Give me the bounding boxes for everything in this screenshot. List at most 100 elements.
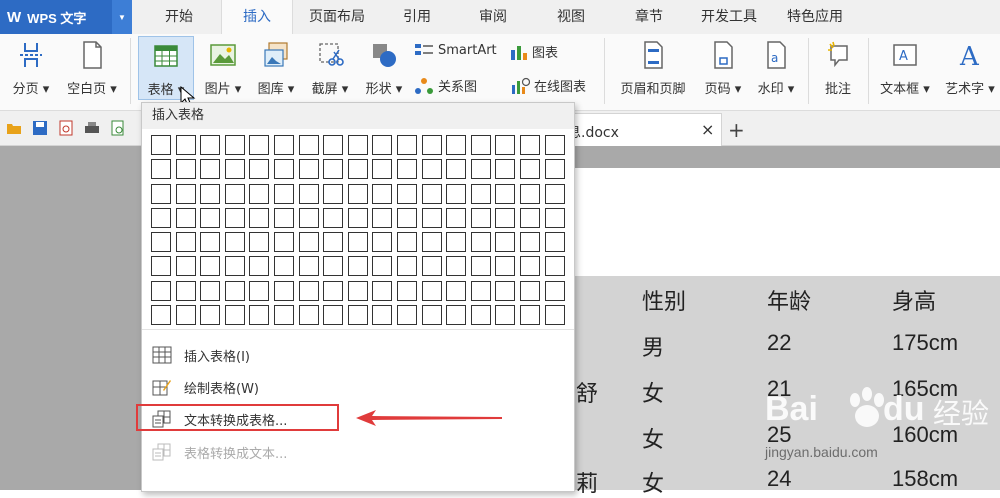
table-grid-cell[interactable] (396, 183, 417, 204)
tab-insert[interactable]: 插入 (221, 0, 293, 34)
table-grid-cell[interactable] (323, 159, 344, 180)
table-grid-cell[interactable] (544, 135, 565, 155)
tab-home[interactable]: 开始 (148, 0, 210, 34)
table-grid-cell[interactable] (519, 135, 540, 155)
table-grid-cell[interactable] (519, 232, 540, 253)
table-grid-cell[interactable] (175, 256, 196, 277)
table-grid-cell[interactable] (151, 280, 171, 301)
table-grid-cell[interactable] (249, 183, 270, 204)
table-grid-cell[interactable] (470, 183, 491, 204)
picture-button[interactable]: 图片 ▾ (200, 40, 246, 97)
table-grid-cell[interactable] (347, 135, 368, 155)
table-to-text-menu-item[interactable]: 表格转换成文本... (142, 437, 574, 467)
tab-chapter[interactable]: 章节 (618, 0, 680, 34)
gallery-button[interactable]: 图库 ▾ (252, 40, 300, 97)
table-grid-cell[interactable] (273, 135, 294, 155)
table-grid-cell[interactable] (249, 256, 270, 277)
table-grid-cell[interactable] (396, 280, 417, 301)
app-menu-arrow-icon[interactable]: ▼ (112, 0, 132, 34)
save-icon[interactable] (32, 120, 48, 136)
table-grid-cell[interactable] (175, 135, 196, 155)
table-grid-cell[interactable] (347, 280, 368, 301)
table-grid-cell[interactable] (273, 183, 294, 204)
table-grid-cell[interactable] (347, 159, 368, 180)
wordart-button[interactable]: A 艺术字 ▾ (942, 40, 998, 97)
table-grid-cell[interactable] (323, 256, 344, 277)
table-size-grid[interactable] (151, 135, 565, 326)
table-grid-cell[interactable] (323, 183, 344, 204)
table-grid-cell[interactable] (200, 159, 221, 180)
smartart-button[interactable]: SmartArt (414, 42, 497, 58)
table-grid-cell[interactable] (421, 232, 442, 253)
table-grid-cell[interactable] (372, 232, 393, 253)
table-grid-cell[interactable] (446, 280, 467, 301)
tab-references[interactable]: 引用 (388, 0, 446, 34)
table-grid-cell[interactable] (175, 159, 196, 180)
tab-developer[interactable]: 开发工具 (692, 0, 766, 34)
table-grid-cell[interactable] (544, 207, 565, 228)
table-grid-cell[interactable] (470, 135, 491, 155)
tab-special[interactable]: 特色应用 (778, 0, 852, 34)
document-tab[interactable]: 息.docx × (560, 113, 722, 146)
table-grid-cell[interactable] (372, 135, 393, 155)
table-grid-cell[interactable] (446, 232, 467, 253)
table-grid-cell[interactable] (470, 256, 491, 277)
table-grid-cell[interactable] (273, 256, 294, 277)
table-grid-cell[interactable] (470, 159, 491, 180)
table-grid-cell[interactable] (446, 183, 467, 204)
table-grid-cell[interactable] (470, 207, 491, 228)
table-grid-cell[interactable] (151, 135, 171, 155)
table-grid-cell[interactable] (323, 305, 344, 326)
table-grid-cell[interactable] (273, 305, 294, 326)
table-grid-cell[interactable] (298, 135, 319, 155)
draw-table-menu-item[interactable]: 绘制表格(W) (142, 372, 574, 402)
table-grid-cell[interactable] (224, 207, 245, 228)
table-grid-cell[interactable] (495, 135, 516, 155)
table-grid-cell[interactable] (323, 232, 344, 253)
relation-chart-button[interactable]: 关系图 (414, 76, 477, 95)
table-grid-cell[interactable] (372, 256, 393, 277)
table-grid-cell[interactable] (151, 232, 171, 253)
table-grid-cell[interactable] (396, 207, 417, 228)
table-grid-cell[interactable] (470, 232, 491, 253)
table-grid-cell[interactable] (372, 207, 393, 228)
table-grid-cell[interactable] (495, 305, 516, 326)
table-grid-cell[interactable] (175, 305, 196, 326)
table-grid-cell[interactable] (544, 232, 565, 253)
table-grid-cell[interactable] (446, 305, 467, 326)
table-grid-cell[interactable] (495, 280, 516, 301)
table-grid-cell[interactable] (298, 207, 319, 228)
table-grid-cell[interactable] (249, 305, 270, 326)
table-grid-cell[interactable] (396, 305, 417, 326)
table-grid-cell[interactable] (323, 135, 344, 155)
table-grid-cell[interactable] (249, 135, 270, 155)
table-grid-cell[interactable] (396, 135, 417, 155)
watermark-button[interactable]: a 水印 ▾ (752, 40, 800, 97)
table-grid-cell[interactable] (495, 159, 516, 180)
table-grid-cell[interactable] (175, 207, 196, 228)
tab-page-layout[interactable]: 页面布局 (300, 0, 374, 34)
table-grid-cell[interactable] (470, 305, 491, 326)
table-grid-cell[interactable] (347, 207, 368, 228)
table-grid-cell[interactable] (446, 159, 467, 180)
table-grid-cell[interactable] (544, 256, 565, 277)
table-grid-cell[interactable] (224, 232, 245, 253)
table-grid-cell[interactable] (544, 305, 565, 326)
table-grid-cell[interactable] (495, 232, 516, 253)
table-grid-cell[interactable] (519, 183, 540, 204)
table-grid-cell[interactable] (372, 305, 393, 326)
page-break-button[interactable]: 分页 ▾ (8, 40, 54, 97)
table-grid-cell[interactable] (544, 159, 565, 180)
table-grid-cell[interactable] (421, 256, 442, 277)
table-grid-cell[interactable] (200, 183, 221, 204)
table-grid-cell[interactable] (495, 183, 516, 204)
table-grid-cell[interactable] (544, 280, 565, 301)
table-grid-cell[interactable] (175, 183, 196, 204)
table-grid-cell[interactable] (273, 280, 294, 301)
table-grid-cell[interactable] (519, 305, 540, 326)
new-tab-icon[interactable]: + (728, 118, 745, 142)
table-grid-cell[interactable] (372, 280, 393, 301)
table-grid-cell[interactable] (249, 207, 270, 228)
table-grid-cell[interactable] (200, 256, 221, 277)
print-icon[interactable] (84, 120, 100, 136)
